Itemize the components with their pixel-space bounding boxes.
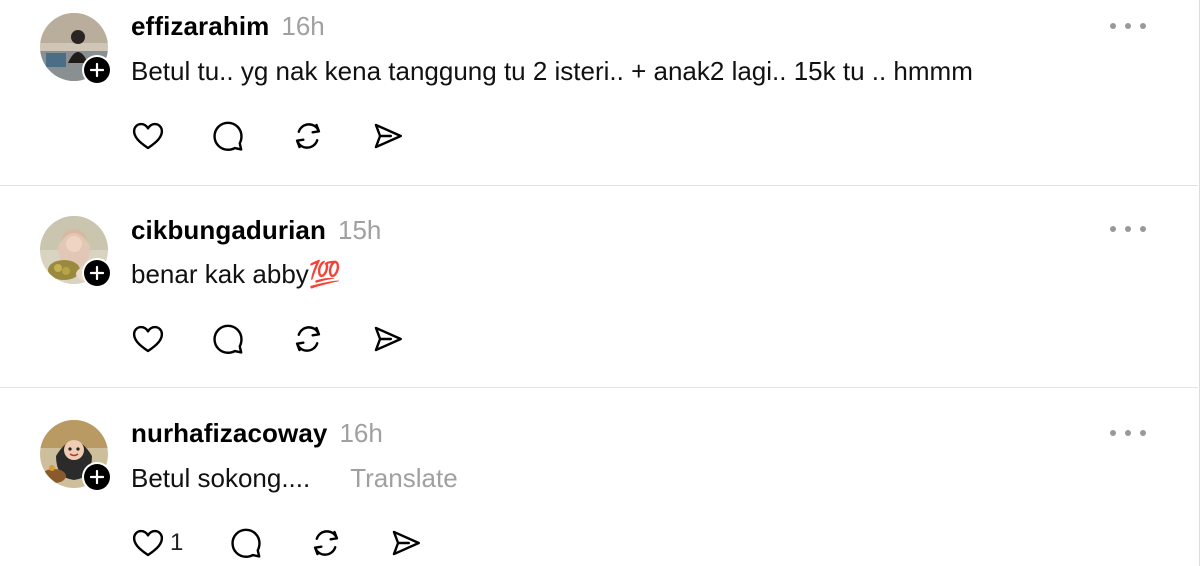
post-text-content: Betul sokong....	[131, 463, 311, 493]
share-button[interactable]	[371, 321, 405, 357]
action-bar	[131, 118, 405, 154]
post-text-content: benar kak abby💯	[131, 259, 342, 289]
share-icon	[393, 530, 421, 556]
comment-icon	[213, 324, 243, 354]
repost-icon	[314, 530, 339, 556]
share-button[interactable]	[371, 118, 405, 154]
comment-icon	[213, 121, 243, 151]
translate-link[interactable]: Translate	[350, 463, 457, 493]
follow-button[interactable]	[82, 258, 112, 288]
reply-post: effizarahim 16h Betul tu.. yg nak kena t…	[0, 0, 1198, 202]
post-header: effizarahim 16h	[131, 11, 325, 42]
repost-icon	[295, 326, 321, 352]
repost-button[interactable]	[291, 321, 325, 357]
share-icon	[374, 123, 402, 149]
like-button[interactable]: 1	[131, 525, 183, 561]
username[interactable]: nurhafizacoway	[131, 418, 327, 449]
replies-feed: effizarahim 16h Betul tu.. yg nak kena t…	[0, 0, 1200, 566]
post-text: benar kak abby💯	[131, 259, 341, 290]
reply-post: cikbungadurian 15h benar kak abby💯	[0, 185, 1198, 387]
like-button[interactable]	[131, 118, 165, 154]
timestamp[interactable]: 16h	[339, 418, 382, 449]
comment-button[interactable]	[229, 525, 263, 561]
timestamp[interactable]: 16h	[281, 11, 324, 42]
plus-icon	[90, 63, 104, 77]
username[interactable]: effizarahim	[131, 11, 269, 42]
repost-button[interactable]	[309, 525, 343, 561]
heart-icon	[132, 122, 164, 150]
like-button[interactable]	[131, 321, 165, 357]
comment-button[interactable]	[211, 321, 245, 357]
comment-icon	[231, 528, 262, 558]
comment-button[interactable]	[211, 118, 245, 154]
more-icon[interactable]	[1110, 222, 1146, 236]
plus-icon	[90, 266, 104, 280]
action-bar	[131, 321, 405, 357]
heart-icon	[132, 325, 164, 353]
reply-post: nurhafizacoway 16h Betul sokong.... Trans…	[0, 387, 1198, 566]
avatar-container[interactable]	[40, 216, 112, 288]
like-count[interactable]: 1	[170, 529, 183, 557]
follow-button[interactable]	[82, 55, 112, 85]
post-header: nurhafizacoway 16h	[131, 418, 383, 449]
more-icon[interactable]	[1110, 426, 1146, 440]
repost-button[interactable]	[291, 118, 325, 154]
username[interactable]: cikbungadurian	[131, 215, 326, 246]
plus-icon	[90, 470, 104, 484]
avatar-container[interactable]	[40, 420, 112, 492]
avatar-container[interactable]	[40, 13, 112, 85]
post-header: cikbungadurian 15h	[131, 215, 381, 246]
post-text: Betul sokong.... Translate	[131, 463, 458, 494]
action-bar: 1	[131, 525, 423, 561]
share-button[interactable]	[389, 525, 423, 561]
post-text: Betul tu.. yg nak kena tanggung tu 2 ist…	[131, 56, 973, 87]
timestamp[interactable]: 15h	[338, 215, 381, 246]
share-icon	[374, 326, 402, 352]
heart-icon	[132, 529, 164, 557]
follow-button[interactable]	[82, 462, 112, 492]
more-icon[interactable]	[1110, 19, 1146, 33]
repost-icon	[295, 123, 321, 149]
post-text-content: Betul tu.. yg nak kena tanggung tu 2 ist…	[131, 56, 973, 86]
